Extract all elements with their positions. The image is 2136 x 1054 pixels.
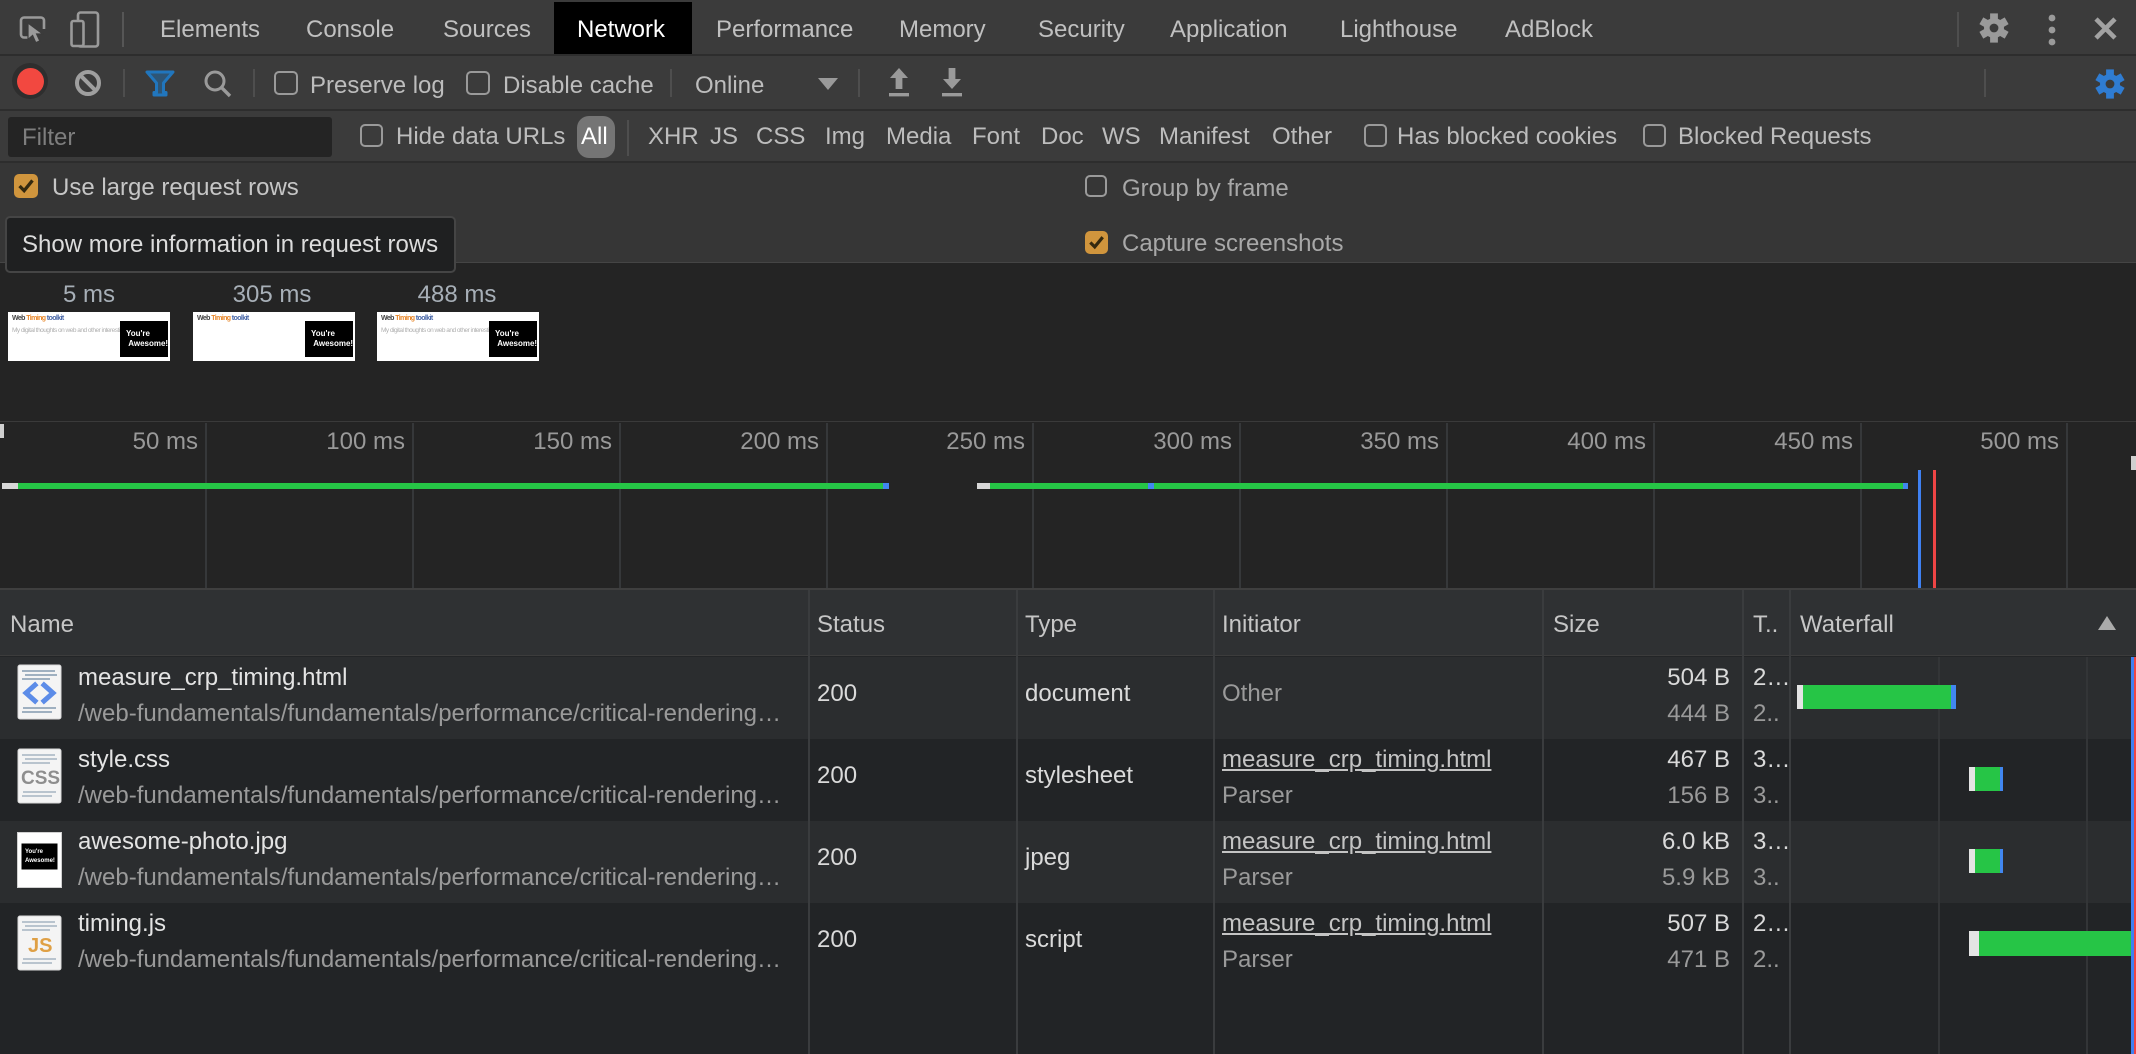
svg-text:JS: JS bbox=[28, 935, 52, 957]
svg-text:CSS: CSS bbox=[21, 768, 60, 789]
svg-text:You're: You're bbox=[25, 849, 44, 855]
svg-text:Awesome!: Awesome! bbox=[25, 858, 55, 864]
